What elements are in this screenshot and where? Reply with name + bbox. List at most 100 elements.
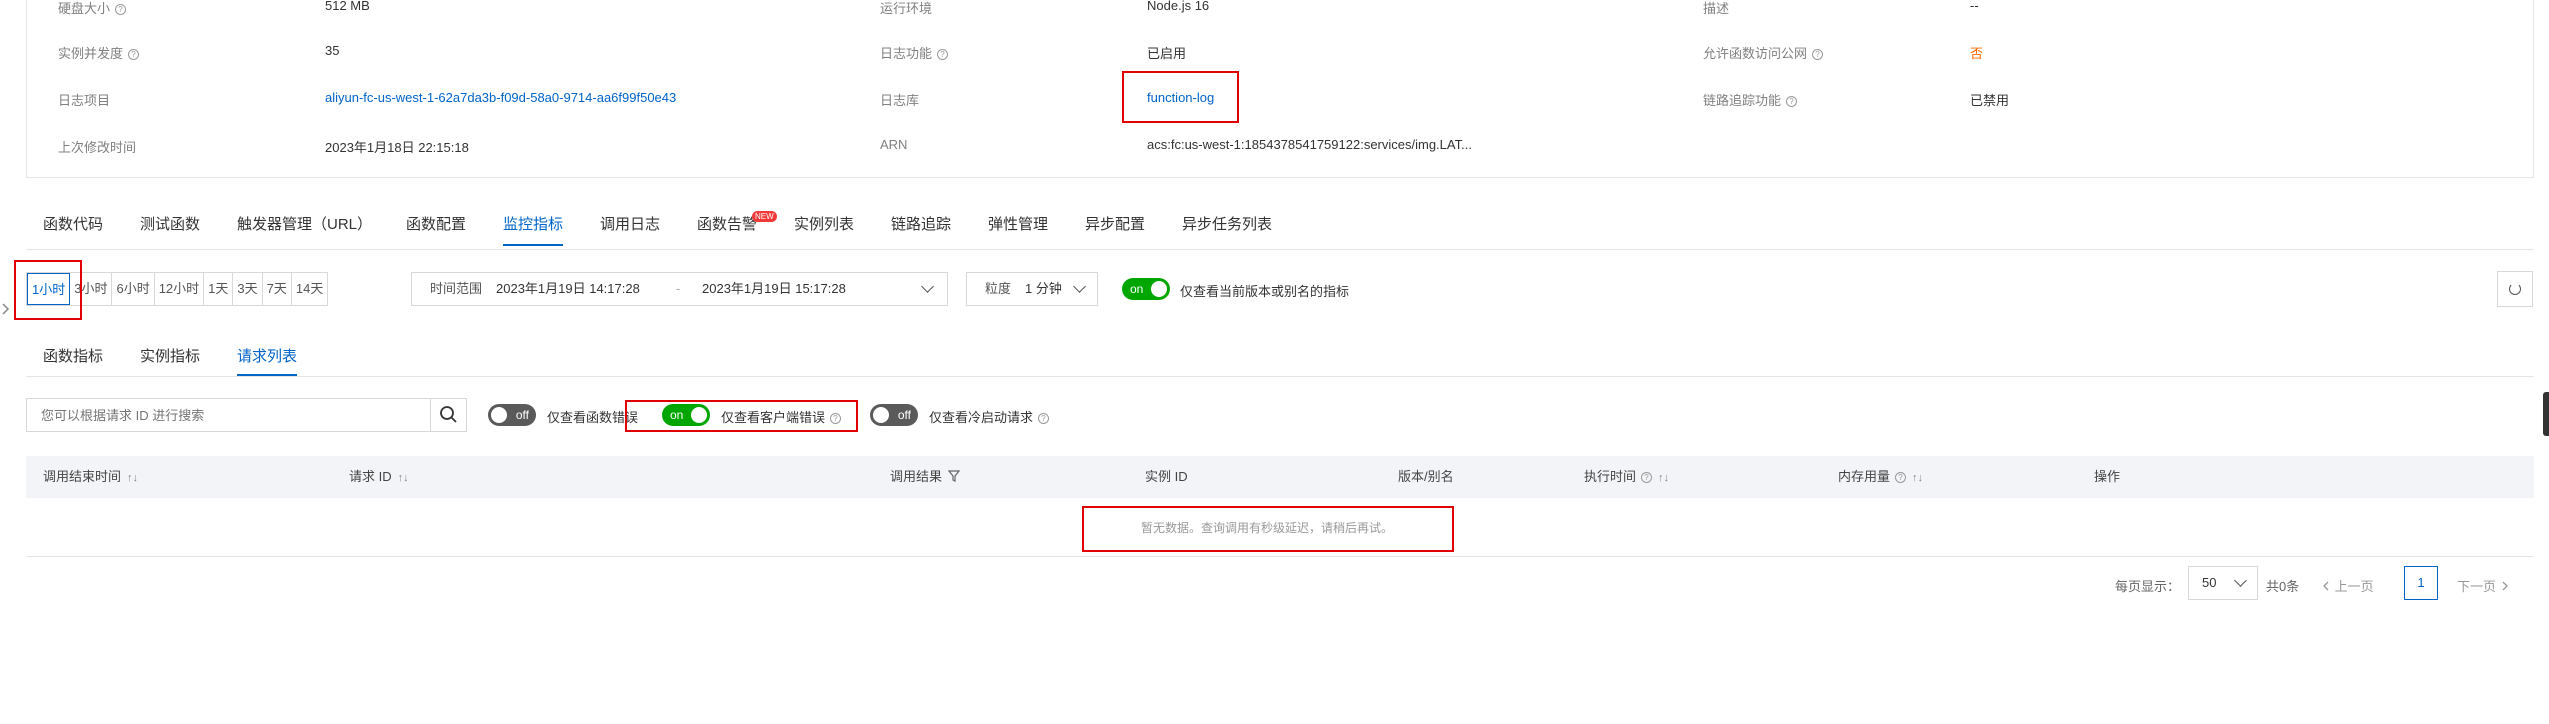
chevron-right-icon bbox=[2502, 581, 2508, 591]
col-duration[interactable]: 执行时间? ↑↓ bbox=[1584, 456, 1669, 499]
time-range-start: 2023年1月19日 14:17:28 bbox=[496, 281, 640, 296]
new-badge: NEW bbox=[752, 211, 777, 222]
request-id-search-input[interactable] bbox=[27, 399, 431, 431]
tab-async-config[interactable]: 异步配置 bbox=[1085, 206, 1145, 246]
tab-trigger-management[interactable]: 触发器管理（URL） bbox=[237, 206, 372, 246]
version-only-toggle[interactable]: on bbox=[1122, 278, 1170, 300]
help-icon[interactable]: ? bbox=[115, 4, 127, 15]
highlight-box bbox=[1122, 71, 1239, 123]
per-page-label: 每页显示： bbox=[2115, 579, 2181, 594]
sort-icon[interactable]: ↑↓ bbox=[127, 472, 138, 484]
side-scroll-handle[interactable] bbox=[2543, 392, 2549, 436]
help-icon[interactable]: ? bbox=[1641, 472, 1653, 483]
tab-invocation-logs[interactable]: 调用日志 bbox=[600, 206, 660, 246]
subtab-instance-metrics[interactable]: 实例指标 bbox=[140, 340, 200, 376]
sort-icon[interactable]: ↑↓ bbox=[398, 472, 409, 484]
info-key-description: 描述 bbox=[1703, 1, 1730, 16]
info-key-logstore: 日志库 bbox=[880, 93, 920, 108]
granularity-select[interactable]: 粒度 1 分钟 bbox=[966, 272, 1098, 306]
col-version-alias: 版本/别名 bbox=[1398, 469, 1454, 484]
tab-function-alerts[interactable]: 函数告警 bbox=[697, 206, 757, 246]
tab-tracing[interactable]: 链路追踪 bbox=[891, 206, 951, 246]
time-range-7d[interactable]: 7天 bbox=[263, 273, 292, 305]
info-key-arn: ARN bbox=[880, 137, 908, 152]
info-key-logging: 日志功能? bbox=[880, 43, 949, 62]
time-range-6h[interactable]: 6小时 bbox=[112, 273, 155, 305]
total-count: 共0条 bbox=[2266, 579, 2300, 594]
col-result[interactable]: 调用结果 bbox=[890, 456, 960, 498]
func-error-toggle[interactable]: off bbox=[488, 404, 536, 426]
help-icon[interactable]: ? bbox=[1895, 472, 1907, 483]
info-key-internet-access: 允许函数访问公网? bbox=[1703, 43, 1824, 62]
search-icon bbox=[440, 406, 457, 423]
info-value-disk: 512 MB bbox=[325, 0, 370, 13]
next-page-button[interactable]: 下一页 bbox=[2457, 576, 2510, 595]
log-project-link[interactable]: aliyun-fc-us-west-1-62a7da3b-f09d-58a0-9… bbox=[325, 90, 676, 105]
per-page-select[interactable]: 50 bbox=[2188, 566, 2258, 600]
toggle-knob bbox=[491, 407, 507, 423]
version-only-label: 仅查看当前版本或别名的指标 bbox=[1180, 284, 1350, 299]
request-search bbox=[26, 398, 467, 432]
info-value-last-modified: 2023年1月18日 22:15:18 bbox=[325, 140, 469, 155]
info-value-tracing: 已禁用 bbox=[1970, 93, 2010, 108]
help-icon[interactable]: ? bbox=[128, 49, 140, 60]
search-button[interactable] bbox=[430, 399, 466, 431]
prev-page-button[interactable]: 上一页 bbox=[2321, 576, 2374, 595]
tab-test-function[interactable]: 测试函数 bbox=[140, 206, 200, 246]
toggle-knob bbox=[1151, 281, 1167, 297]
collapse-handle[interactable] bbox=[0, 298, 12, 320]
filter-icon[interactable] bbox=[947, 470, 960, 482]
time-range-end: 2023年1月19日 15:17:28 bbox=[702, 281, 846, 296]
tab-function-config[interactable]: 函数配置 bbox=[406, 206, 466, 246]
toggle-state-label: off bbox=[515, 408, 529, 422]
tab-async-tasks[interactable]: 异步任务列表 bbox=[1182, 206, 1272, 246]
per-page-value: 50 bbox=[2202, 575, 2217, 590]
granularity-value: 1 分钟 bbox=[1025, 281, 1062, 296]
tabs-divider bbox=[26, 249, 2534, 250]
toggle-state-label: off bbox=[897, 408, 911, 422]
time-range-3d[interactable]: 3天 bbox=[233, 273, 263, 305]
col-memory[interactable]: 内存用量? ↑↓ bbox=[1838, 456, 1923, 499]
tab-instance-list[interactable]: 实例列表 bbox=[794, 206, 854, 246]
tab-monitoring[interactable]: 监控指标 bbox=[503, 206, 564, 246]
help-icon[interactable]: ? bbox=[1038, 413, 1050, 424]
subtabs-divider bbox=[26, 376, 2534, 377]
info-key-log-project: 日志项目 bbox=[58, 93, 111, 108]
info-value-description: -- bbox=[1970, 0, 1979, 13]
cold-start-label: 仅查看冷启动请求? bbox=[929, 407, 1050, 426]
page-1-button[interactable]: 1 bbox=[2404, 566, 2438, 600]
col-end-time[interactable]: 调用结束时间 ↑↓ bbox=[43, 456, 138, 499]
info-key-concurrency: 实例并发度? bbox=[58, 43, 140, 62]
tab-elastic-management[interactable]: 弹性管理 bbox=[988, 206, 1048, 246]
subtab-function-metrics[interactable]: 函数指标 bbox=[43, 340, 103, 376]
toggle-state-label: on bbox=[1130, 282, 1144, 296]
info-key-runtime: 运行环境 bbox=[880, 1, 933, 16]
time-range-14d[interactable]: 14天 bbox=[292, 273, 327, 305]
help-icon[interactable]: ? bbox=[1786, 96, 1798, 107]
subtab-request-list[interactable]: 请求列表 bbox=[237, 340, 298, 376]
time-range-picker[interactable]: 时间范围 2023年1月19日 14:17:28 - 2023年1月19日 15… bbox=[411, 272, 948, 306]
info-key-last-modified: 上次修改时间 bbox=[58, 140, 137, 155]
time-range-12h[interactable]: 12小时 bbox=[155, 273, 205, 305]
help-icon[interactable]: ? bbox=[1812, 49, 1824, 60]
info-value-logging: 已启用 bbox=[1147, 46, 1187, 61]
tab-function-code[interactable]: 函数代码 bbox=[43, 206, 103, 246]
info-key-disk: 硬盘大小? bbox=[58, 0, 127, 17]
time-range-label: 时间范围 bbox=[430, 281, 483, 296]
info-key-tracing: 链路追踪功能? bbox=[1703, 90, 1798, 109]
time-range-1d[interactable]: 1天 bbox=[204, 273, 234, 305]
info-value-runtime: Node.js 16 bbox=[1147, 0, 1210, 13]
help-icon[interactable]: ? bbox=[937, 49, 949, 60]
sort-icon[interactable]: ↑↓ bbox=[1912, 472, 1923, 484]
table-bottom-divider bbox=[26, 556, 2534, 557]
sort-icon[interactable]: ↑↓ bbox=[1658, 472, 1669, 484]
col-instance-id: 实例 ID bbox=[1145, 469, 1188, 484]
chevron-down-icon bbox=[1073, 280, 1086, 293]
chevron-right-icon bbox=[2, 303, 10, 315]
chevron-down-icon bbox=[2234, 574, 2247, 587]
info-value-internet-access: 否 bbox=[1970, 46, 1984, 61]
col-request-id[interactable]: 请求 ID ↑↓ bbox=[349, 456, 409, 499]
refresh-button[interactable] bbox=[2497, 271, 2533, 307]
chevron-left-icon bbox=[2323, 581, 2329, 591]
cold-start-toggle[interactable]: off bbox=[870, 404, 918, 426]
